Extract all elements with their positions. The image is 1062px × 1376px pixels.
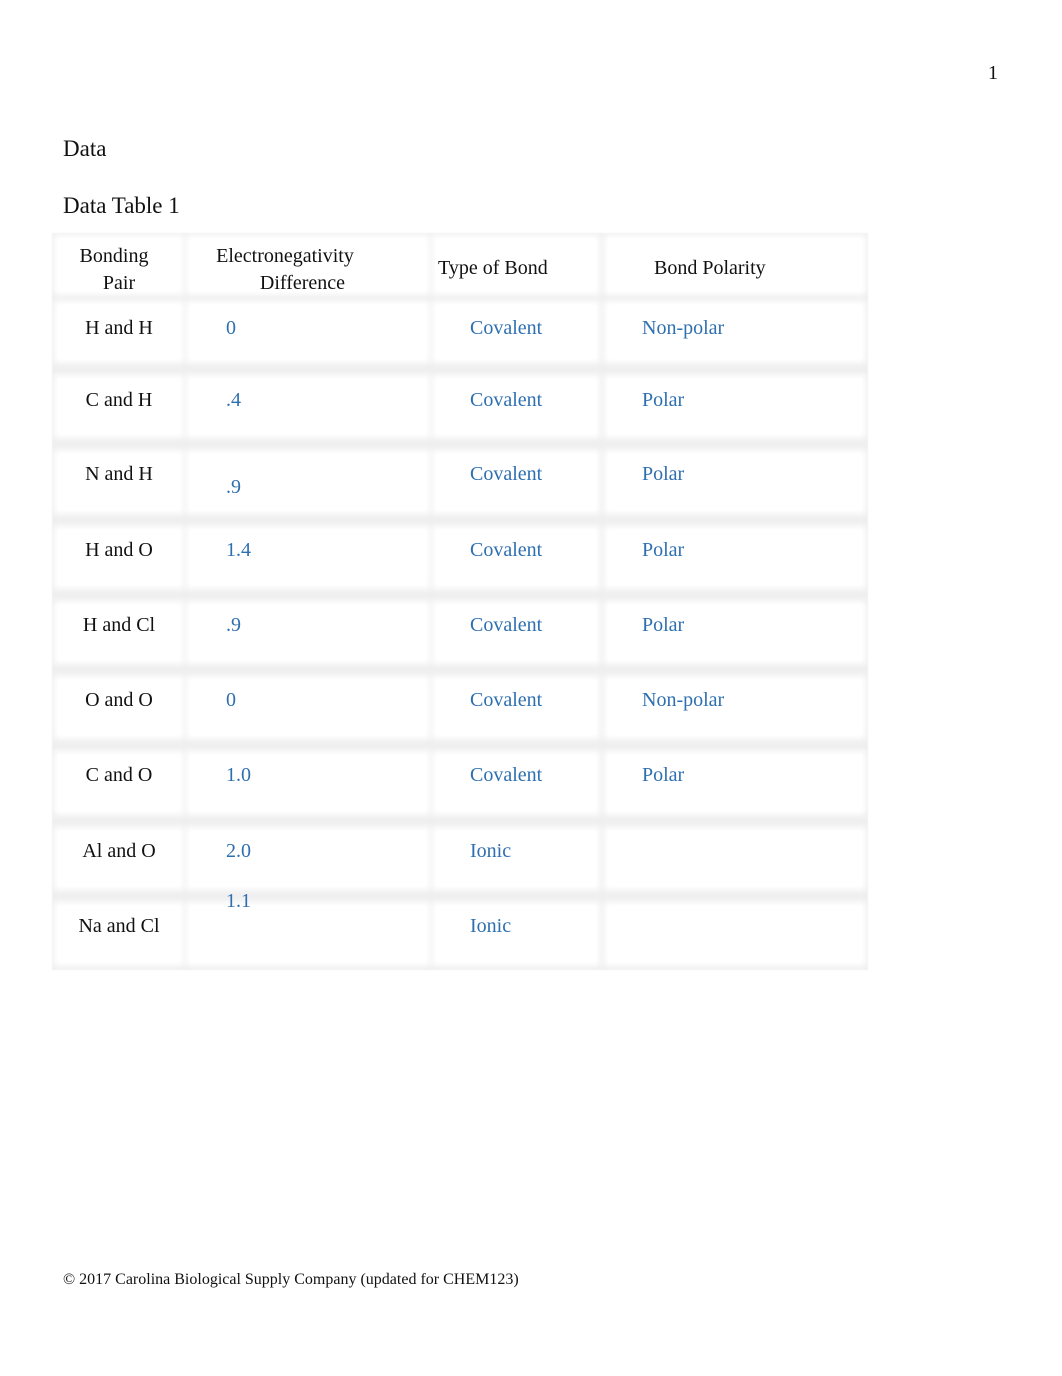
cell-type-of-bond: Covalent (436, 755, 596, 811)
cell-bonding-pair-text: H and H (85, 317, 153, 339)
cell-bond-polarity-text: Polar (642, 764, 685, 786)
header-line: Bonding (79, 245, 149, 267)
cell-bonding-pair-text: C and O (85, 764, 153, 786)
cell-electronegativity-difference: 1.0 (190, 755, 426, 811)
cell-bonding-pair: C and O (58, 755, 180, 811)
cell-type-of-bond: Ionic (436, 831, 596, 886)
cell-type-of-bond-text: Covalent (470, 539, 543, 561)
cell-bonding-pair: H and O (58, 530, 180, 585)
cell-type-of-bond: Covalent (436, 305, 596, 359)
cell-type-of-bond: Covalent (436, 454, 596, 510)
cell-bonding-pair: O and O (58, 680, 180, 735)
cell-bonding-pair-text: N and H (85, 463, 153, 485)
cell-electronegativity-difference: 1.1 (190, 890, 426, 962)
table-row: H and O 1.4 Covalent Polar (52, 524, 868, 591)
header-label: Bond Polarity (654, 257, 766, 279)
cell-bond-polarity-text: Non-polar (642, 317, 725, 339)
cell-electronegativity-difference: .4 (190, 379, 426, 434)
cell-type-of-bond: Covalent (436, 605, 596, 660)
cell-electronegativity-difference-text: 2.0 (226, 840, 251, 862)
cell-bond-polarity: Polar (608, 454, 862, 510)
table-row: N and H .9 Covalent Polar (52, 448, 868, 516)
cell-bond-polarity: Polar (608, 605, 862, 660)
header-line: Electronegativity (216, 245, 354, 267)
cell-type-of-bond-text: Covalent (470, 317, 543, 339)
table-row: H and H 0 Covalent Non-polar (52, 299, 868, 365)
cell-bond-polarity-text: Polar (642, 614, 685, 636)
cell-bonding-pair: N and H (58, 454, 180, 510)
cell-bonding-pair: Al and O (58, 831, 180, 886)
cell-bond-polarity: Polar (608, 530, 862, 585)
cell-electronegativity-difference: 0 (190, 305, 426, 359)
cell-bond-polarity (608, 831, 862, 886)
cell-electronegativity-difference-text: 0 (226, 317, 236, 339)
table-title: Data Table 1 (63, 193, 180, 218)
table-header-row: Bonding Pair Electronegativity Differenc… (52, 233, 868, 295)
header-label: Type of Bond (438, 257, 548, 279)
cell-bond-polarity-text: Polar (642, 463, 685, 485)
cell-electronegativity-difference: 0 (190, 680, 426, 735)
cell-electronegativity-difference: .9 (190, 454, 426, 510)
cell-bond-polarity (608, 906, 862, 962)
cell-bonding-pair: H and H (58, 305, 180, 359)
cell-bonding-pair: C and H (58, 379, 180, 434)
cell-electronegativity-difference-text: 1.4 (226, 539, 251, 561)
header-cell-electronegativity: Electronegativity Difference (190, 239, 426, 294)
cell-electronegativity-difference-text: .9 (226, 476, 241, 498)
cell-bond-polarity-text: Polar (642, 389, 685, 411)
cell-electronegativity-difference-text: .4 (226, 389, 241, 411)
footer-copyright: © 2017 Carolina Biological Supply Compan… (63, 1271, 519, 1288)
cell-bond-polarity: Non-polar (608, 305, 862, 359)
cell-electronegativity-difference-text: 0 (226, 689, 236, 711)
cell-bond-polarity: Non-polar (608, 680, 862, 735)
header-cell-type-of-bond: Type of Bond (436, 239, 596, 291)
section-heading: Data (63, 136, 107, 161)
table-row: C and O 1.0 Covalent Polar (52, 749, 868, 817)
cell-type-of-bond-text: Ionic (470, 840, 512, 862)
cell-bonding-pair: Na and Cl (58, 906, 180, 962)
cell-bonding-pair-text: H and O (85, 539, 153, 561)
cell-type-of-bond: Covalent (436, 530, 596, 585)
header-line: Difference (259, 272, 346, 294)
cell-electronegativity-difference-text: 1.0 (226, 764, 251, 786)
cell-electronegativity-difference: 1.4 (190, 530, 426, 585)
table-row: Na and Cl 1.1 Ionic (52, 890, 868, 968)
cell-type-of-bond-text: Covalent (470, 689, 543, 711)
cell-electronegativity-difference: .9 (190, 605, 426, 660)
cell-type-of-bond: Ionic (436, 906, 596, 962)
cell-bonding-pair-text: H and Cl (82, 614, 156, 636)
cell-type-of-bond-text: Ionic (470, 915, 512, 937)
page-number: 1 (988, 62, 998, 84)
cell-bonding-pair: H and Cl (58, 605, 180, 660)
cell-type-of-bond: Covalent (436, 680, 596, 735)
cell-bonding-pair-text: C and H (85, 389, 153, 411)
header-cell-bond-polarity: Bond Polarity (608, 239, 862, 291)
table-row: Al and O 2.0 Ionic (52, 825, 868, 892)
table-row: C and H .4 Covalent Polar (52, 373, 868, 440)
header-cell-bonding-pair: Bonding Pair (58, 239, 180, 294)
cell-electronegativity-difference: 2.0 (190, 831, 426, 886)
cell-type-of-bond-text: Covalent (470, 389, 543, 411)
cell-bond-polarity-text: Polar (642, 539, 685, 561)
cell-electronegativity-difference-text: .9 (226, 614, 241, 636)
cell-bonding-pair-text: Al and O (82, 840, 156, 862)
cell-bond-polarity: Polar (608, 379, 862, 434)
table-row: H and Cl .9 Covalent Polar (52, 599, 868, 666)
cell-bonding-pair-text: O and O (85, 689, 153, 711)
cell-type-of-bond: Covalent (436, 379, 596, 434)
cell-type-of-bond-text: Covalent (470, 463, 543, 485)
cell-type-of-bond-text: Covalent (470, 764, 543, 786)
cell-type-of-bond-text: Covalent (470, 614, 543, 636)
cell-bond-polarity-text: Non-polar (642, 689, 725, 711)
cell-bonding-pair-text: Na and Cl (78, 915, 160, 937)
cell-bond-polarity: Polar (608, 755, 862, 811)
header-line: Pair (102, 272, 136, 294)
cell-electronegativity-difference-text: 1.1 (226, 890, 251, 912)
table-row: O and O 0 Covalent Non-polar (52, 674, 868, 741)
